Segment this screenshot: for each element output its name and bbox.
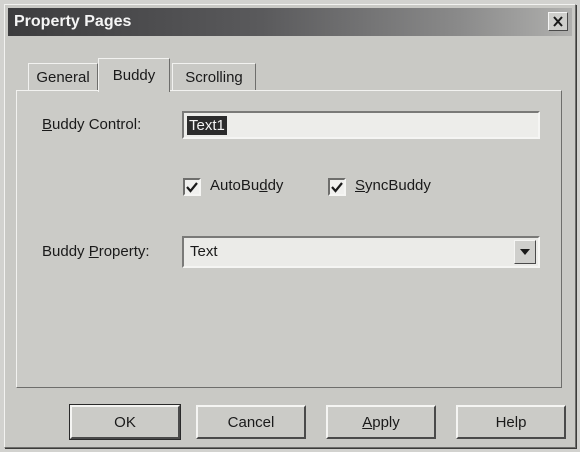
apply-button-accel: A bbox=[362, 413, 373, 431]
ok-button[interactable]: OK bbox=[69, 404, 181, 440]
autobuddy-checkbox[interactable] bbox=[183, 178, 201, 196]
checkmark-icon bbox=[186, 181, 198, 193]
autobuddy-label[interactable]: AutoBuddy bbox=[210, 177, 283, 194]
autobuddy-label-pre: AutoBu bbox=[210, 177, 260, 194]
cancel-button[interactable]: Cancel bbox=[196, 405, 306, 439]
syncbuddy-label-accel: S bbox=[355, 177, 366, 194]
title-bar[interactable]: Property Pages bbox=[8, 8, 572, 36]
buddy-property-label-post: roperty: bbox=[98, 243, 150, 260]
buddy-property-label: Buddy Property: bbox=[42, 243, 150, 260]
buddy-property-label-pre: Buddy bbox=[42, 243, 89, 260]
buddy-control-field[interactable]: Text1 bbox=[182, 111, 540, 139]
dropdown-button[interactable] bbox=[514, 240, 536, 264]
buddy-property-dropdown[interactable]: Text bbox=[182, 236, 540, 268]
tab-scrolling[interactable]: Scrolling bbox=[172, 63, 256, 91]
checkmark-icon bbox=[331, 181, 343, 193]
buddy-control-label-accel: B bbox=[42, 116, 53, 133]
syncbuddy-checkbox[interactable] bbox=[328, 178, 346, 196]
tab-buddy-label: Buddy bbox=[112, 67, 156, 84]
buddy-property-label-accel: P bbox=[88, 243, 99, 260]
buddy-property-value: Text bbox=[190, 243, 218, 260]
close-icon bbox=[553, 16, 563, 27]
autobuddy-label-accel: d bbox=[259, 177, 268, 194]
tab-buddy[interactable]: Buddy bbox=[98, 58, 170, 92]
dropdown-arrow-icon bbox=[520, 249, 530, 255]
help-button[interactable]: Help bbox=[456, 405, 566, 439]
apply-button-label: pply bbox=[372, 413, 400, 431]
tab-general[interactable]: General bbox=[28, 63, 98, 91]
help-button-label: Help bbox=[495, 413, 527, 431]
cancel-button-label: Cancel bbox=[227, 413, 275, 431]
autobuddy-label-post: dy bbox=[267, 177, 284, 194]
buddy-control-value: Text1 bbox=[187, 116, 227, 135]
close-button[interactable] bbox=[548, 12, 568, 31]
buddy-control-label: Buddy Control: bbox=[42, 116, 141, 133]
tab-scrolling-label: Scrolling bbox=[185, 69, 243, 86]
buddy-control-label-text: uddy Control: bbox=[52, 116, 142, 133]
syncbuddy-label[interactable]: SyncBuddy bbox=[355, 177, 431, 194]
syncbuddy-label-post: yncBuddy bbox=[365, 177, 431, 194]
apply-button[interactable]: Apply bbox=[326, 405, 436, 439]
tab-general-label: General bbox=[36, 69, 90, 86]
ok-button-label: OK bbox=[114, 413, 136, 431]
window-title: Property Pages bbox=[14, 13, 132, 30]
